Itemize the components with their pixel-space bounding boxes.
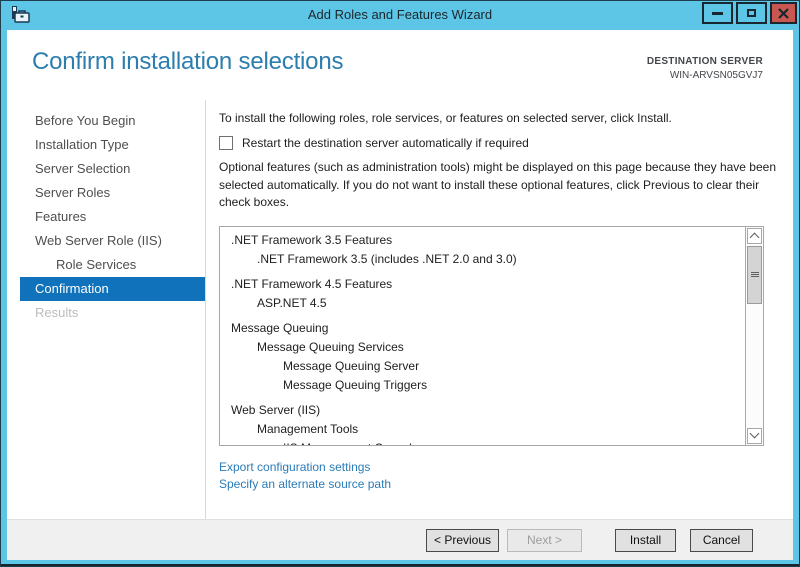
export-configuration-link[interactable]: Export configuration settings bbox=[219, 459, 793, 476]
footer-links: Export configuration settings Specify an… bbox=[219, 459, 793, 493]
destination-server-name: WIN-ARVSN05GVJ7 bbox=[647, 70, 763, 81]
wizard-steps-sidebar: Before You Begin Installation Type Serve… bbox=[7, 100, 206, 519]
next-button[interactable]: Next > bbox=[507, 529, 582, 552]
wizard-window: Add Roles and Features Wizard Confirm in… bbox=[0, 0, 800, 567]
restart-checkbox-row: Restart the destination server automatic… bbox=[219, 136, 793, 150]
selection-item[interactable]: Message Queuing Services bbox=[220, 338, 745, 357]
close-button[interactable] bbox=[770, 2, 797, 24]
destination-server-label: DESTINATION SERVER bbox=[647, 56, 763, 67]
selection-item-clipped[interactable]: IIS Management Console bbox=[220, 439, 745, 445]
maximize-icon bbox=[747, 9, 756, 17]
wizard-button-bar: < Previous Next > Install Cancel bbox=[7, 519, 793, 560]
scrollbar-thumb[interactable] bbox=[747, 246, 762, 304]
selection-item[interactable]: .NET Framework 3.5 Features bbox=[220, 231, 745, 250]
chevron-down-icon bbox=[750, 429, 760, 439]
sidebar-item-features[interactable]: Features bbox=[7, 205, 205, 229]
sidebar-item-role-services[interactable]: Role Services bbox=[7, 253, 205, 277]
window-controls bbox=[702, 2, 797, 24]
sidebar-item-confirmation[interactable]: Confirmation bbox=[20, 277, 205, 301]
selection-item[interactable]: Management Tools bbox=[220, 420, 745, 439]
selection-item[interactable]: .NET Framework 4.5 Features bbox=[220, 275, 745, 294]
sidebar-item-installation-type[interactable]: Installation Type bbox=[7, 133, 205, 157]
intro-text: To install the following roles, role ser… bbox=[219, 110, 793, 126]
minimize-icon bbox=[712, 12, 723, 15]
selection-rows: .NET Framework 3.5 Features .NET Framewo… bbox=[220, 227, 745, 445]
sidebar-item-web-server-role-iis[interactable]: Web Server Role (IIS) bbox=[7, 229, 205, 253]
previous-button[interactable]: < Previous bbox=[426, 529, 499, 552]
maximize-button[interactable] bbox=[736, 2, 767, 24]
confirmation-content: To install the following roles, role ser… bbox=[206, 100, 793, 519]
selection-listbox[interactable]: .NET Framework 3.5 Features .NET Framewo… bbox=[219, 226, 764, 446]
destination-server-block: DESTINATION SERVER WIN-ARVSN05GVJ7 bbox=[647, 56, 763, 81]
scroll-up-button[interactable] bbox=[747, 228, 762, 244]
vertical-scrollbar[interactable] bbox=[745, 227, 763, 445]
sidebar-item-before-you-begin[interactable]: Before You Begin bbox=[7, 109, 205, 133]
cancel-button[interactable]: Cancel bbox=[690, 529, 753, 552]
chevron-up-icon bbox=[750, 233, 760, 243]
selection-item[interactable]: Message Queuing bbox=[220, 319, 745, 338]
wizard-panel: Confirm installation selections DESTINAT… bbox=[7, 30, 793, 560]
minimize-button[interactable] bbox=[702, 2, 733, 24]
scroll-down-button[interactable] bbox=[747, 428, 762, 444]
close-icon bbox=[778, 8, 789, 19]
optional-features-note: Optional features (such as administratio… bbox=[219, 159, 779, 212]
selection-item[interactable]: Web Server (IIS) bbox=[220, 401, 745, 420]
restart-checkbox-label[interactable]: Restart the destination server automatic… bbox=[242, 136, 529, 150]
scrollbar-grip-icon bbox=[751, 272, 759, 277]
window-title: Add Roles and Features Wizard bbox=[0, 0, 800, 30]
page-title: Confirm installation selections bbox=[32, 48, 343, 76]
install-button[interactable]: Install bbox=[615, 529, 676, 552]
selection-item[interactable]: Message Queuing Server bbox=[220, 357, 745, 376]
sidebar-item-results: Results bbox=[7, 301, 205, 325]
sidebar-item-server-roles[interactable]: Server Roles bbox=[7, 181, 205, 205]
selection-item[interactable]: Message Queuing Triggers bbox=[220, 376, 745, 395]
wizard-header: Confirm installation selections DESTINAT… bbox=[7, 30, 793, 100]
selection-item[interactable]: .NET Framework 3.5 (includes .NET 2.0 an… bbox=[220, 250, 745, 269]
alternate-source-path-link[interactable]: Specify an alternate source path bbox=[219, 476, 793, 493]
titlebar: Add Roles and Features Wizard bbox=[0, 0, 800, 30]
restart-checkbox[interactable] bbox=[219, 136, 233, 150]
sidebar-item-server-selection[interactable]: Server Selection bbox=[7, 157, 205, 181]
selection-item[interactable]: ASP.NET 4.5 bbox=[220, 294, 745, 313]
